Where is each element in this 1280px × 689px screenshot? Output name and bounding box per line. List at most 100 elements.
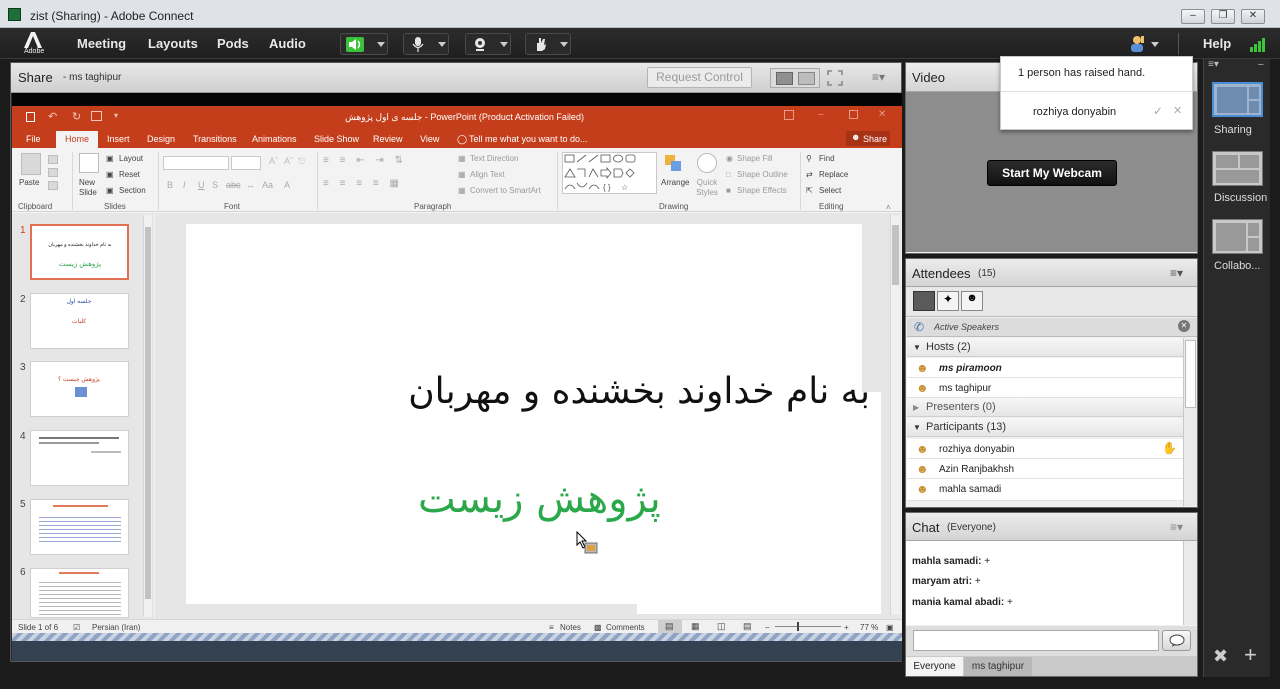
ppt-ribbon-display-icon[interactable] xyxy=(784,110,794,120)
reset-icon[interactable]: ▣ xyxy=(106,170,114,179)
add-layout-icon[interactable]: + xyxy=(1244,642,1257,668)
restore-button[interactable]: ❐ xyxy=(1211,9,1235,24)
grow-font-icon[interactable]: Aˆ xyxy=(269,156,278,166)
quick-styles-button[interactable]: Quick Styles xyxy=(694,178,720,198)
shape-effects-button[interactable]: Shape Effects xyxy=(737,186,787,195)
layout-sharing-label[interactable]: Sharing xyxy=(1214,124,1252,136)
view-mode-toggle[interactable] xyxy=(770,68,820,88)
paragraph-align-icons[interactable]: ≡ ≡ ≡ ≡ ▦ xyxy=(323,178,403,189)
ppt-tell-me[interactable]: Tell me what you want to do... xyxy=(469,134,588,144)
ppt-share-button[interactable]: ☻ Share xyxy=(846,131,890,146)
layout-discussion-label[interactable]: Discussion xyxy=(1214,192,1267,204)
comments-button[interactable]: Comments xyxy=(606,623,645,632)
shapes-gallery[interactable]: { } ☆ xyxy=(562,152,657,194)
ppt-minimize-icon[interactable]: – xyxy=(818,109,824,120)
find-button[interactable]: Find xyxy=(819,154,835,163)
chevron-down-icon[interactable] xyxy=(377,42,385,47)
dismiss-close-icon[interactable]: ✕ xyxy=(1173,104,1182,117)
shape-effects-icon[interactable]: ■ xyxy=(726,186,731,195)
attendee-row[interactable]: ☻ mahla samadi xyxy=(907,479,1183,501)
align-text-button[interactable]: Align Text xyxy=(470,170,505,179)
thumbnails-scroll-thumb[interactable] xyxy=(145,227,151,599)
slide-thumbnail-1[interactable]: به نام خداوند بخشنده و مهربان پژوهش زیست xyxy=(30,224,129,280)
attendees-scrollbar[interactable] xyxy=(1183,338,1197,506)
italic-icon[interactable]: I xyxy=(183,180,186,190)
replace-icon[interactable]: ⇄ xyxy=(806,170,813,179)
layouts-collapse-icon[interactable]: – xyxy=(1258,59,1264,70)
layouts-options-icon[interactable]: ≡▾ xyxy=(1208,59,1219,70)
slide-thumbnail-2[interactable]: جلسه اول کلیات xyxy=(30,293,129,349)
menu-layouts[interactable]: Layouts xyxy=(148,36,198,51)
paste-label[interactable]: Paste xyxy=(19,178,39,187)
change-case-icon[interactable]: Aa xyxy=(262,180,273,190)
notes-icon[interactable]: ≡ xyxy=(549,623,554,632)
section-button[interactable]: Section xyxy=(119,186,146,195)
ppt-tab-slide-show[interactable]: Slide Show xyxy=(314,134,359,144)
font-size-input[interactable] xyxy=(231,156,261,170)
zoom-slider-thumb[interactable] xyxy=(797,622,799,631)
layout-collaboration-label[interactable]: Collabo... xyxy=(1214,260,1260,272)
cut-icon[interactable] xyxy=(48,155,58,164)
ppt-tab-animations[interactable]: Animations xyxy=(252,134,297,144)
hosts-group-row[interactable]: ▼ Hosts (2) xyxy=(907,338,1183,357)
slide-scrollbar[interactable] xyxy=(890,215,900,615)
request-control-button[interactable]: Request Control xyxy=(647,67,752,88)
find-icon[interactable]: ⚲ xyxy=(806,154,812,163)
shape-fill-button[interactable]: Shape Fill xyxy=(737,154,773,163)
chevron-down-icon[interactable] xyxy=(438,42,446,47)
expand-triangle-icon[interactable]: ▼ xyxy=(913,423,921,432)
character-spacing-icon[interactable]: ↔ xyxy=(246,180,255,190)
layout-sharing-thumb[interactable] xyxy=(1212,82,1263,117)
start-webcam-button[interactable]: Start My Webcam xyxy=(987,160,1117,186)
notes-button[interactable]: Notes xyxy=(560,623,581,632)
pod-options-icon[interactable]: ≡▾ xyxy=(1170,520,1183,534)
microphone-toggle[interactable] xyxy=(403,33,449,55)
ppt-tab-transitions[interactable]: Transitions xyxy=(193,134,237,144)
chat-tab-private[interactable]: ms taghipur xyxy=(964,657,1032,676)
strikethrough-icon[interactable]: abc xyxy=(226,180,241,190)
ppt-tab-home[interactable]: Home xyxy=(56,131,99,148)
attendees-scroll-thumb[interactable] xyxy=(1185,340,1196,408)
webcam-toggle[interactable] xyxy=(465,33,511,55)
convert-smartart-icon[interactable]: ▦ xyxy=(458,186,466,195)
attendee-row[interactable]: ☻ rozhiya donyabin ✋ xyxy=(907,439,1183,459)
section-icon[interactable]: ▣ xyxy=(106,186,114,195)
select-icon[interactable]: ⇱ xyxy=(806,186,813,195)
slide-thumbnail-5[interactable] xyxy=(30,499,129,555)
slide-thumbnail-6[interactable] xyxy=(30,568,129,618)
clear-formatting-icon[interactable]: ⎋ xyxy=(298,156,305,167)
chat-scrollbar[interactable] xyxy=(1183,541,1197,625)
align-text-icon[interactable]: ▦ xyxy=(458,170,466,179)
ppt-undo-icon[interactable]: ↶ xyxy=(48,110,57,123)
shape-outline-button[interactable]: Shape Outline xyxy=(737,170,788,179)
arrange-button[interactable]: Arrange xyxy=(661,178,689,187)
menu-pods[interactable]: Pods xyxy=(217,36,249,51)
language-status[interactable]: Persian (Iran) xyxy=(92,623,140,632)
pod-options-icon[interactable]: ≡▾ xyxy=(872,70,885,84)
ppt-tab-design[interactable]: Design xyxy=(147,134,175,144)
select-button[interactable]: Select xyxy=(819,186,841,195)
arrange-icon[interactable] xyxy=(663,153,685,175)
ppt-tab-view[interactable]: View xyxy=(420,134,439,144)
layout-icon[interactable]: ▣ xyxy=(106,154,114,163)
accept-check-icon[interactable]: ✓ xyxy=(1153,104,1163,118)
paragraph-list-icons[interactable]: ≡ ≡ ⇤ ⇥ ⇅ xyxy=(323,155,407,166)
ppt-customize-qat-icon[interactable]: ▾ xyxy=(114,111,118,120)
ppt-tab-insert[interactable]: Insert xyxy=(107,134,130,144)
ppt-close-icon[interactable]: ✕ xyxy=(878,109,886,120)
slide-scroll-thumb[interactable] xyxy=(892,225,899,285)
text-direction-icon[interactable]: ▦ xyxy=(458,154,466,163)
format-painter-icon[interactable] xyxy=(48,181,58,190)
list-view-icon[interactable] xyxy=(913,291,935,311)
spell-check-icon[interactable]: ☑ xyxy=(73,623,80,632)
new-slide-label[interactable]: New Slide xyxy=(79,178,103,198)
zoom-level[interactable]: 77 % xyxy=(860,623,878,632)
new-slide-icon[interactable] xyxy=(79,153,99,173)
convert-smartart-button[interactable]: Convert to SmartArt xyxy=(470,186,541,195)
fit-view-icon[interactable] xyxy=(798,72,815,85)
comments-icon[interactable]: ▩ xyxy=(594,623,602,632)
expand-triangle-icon[interactable]: ▼ xyxy=(913,343,921,352)
collapse-ribbon-icon[interactable]: ˄ xyxy=(886,203,891,212)
chevron-down-icon[interactable] xyxy=(1151,42,1159,47)
bold-icon[interactable]: B xyxy=(167,180,173,190)
